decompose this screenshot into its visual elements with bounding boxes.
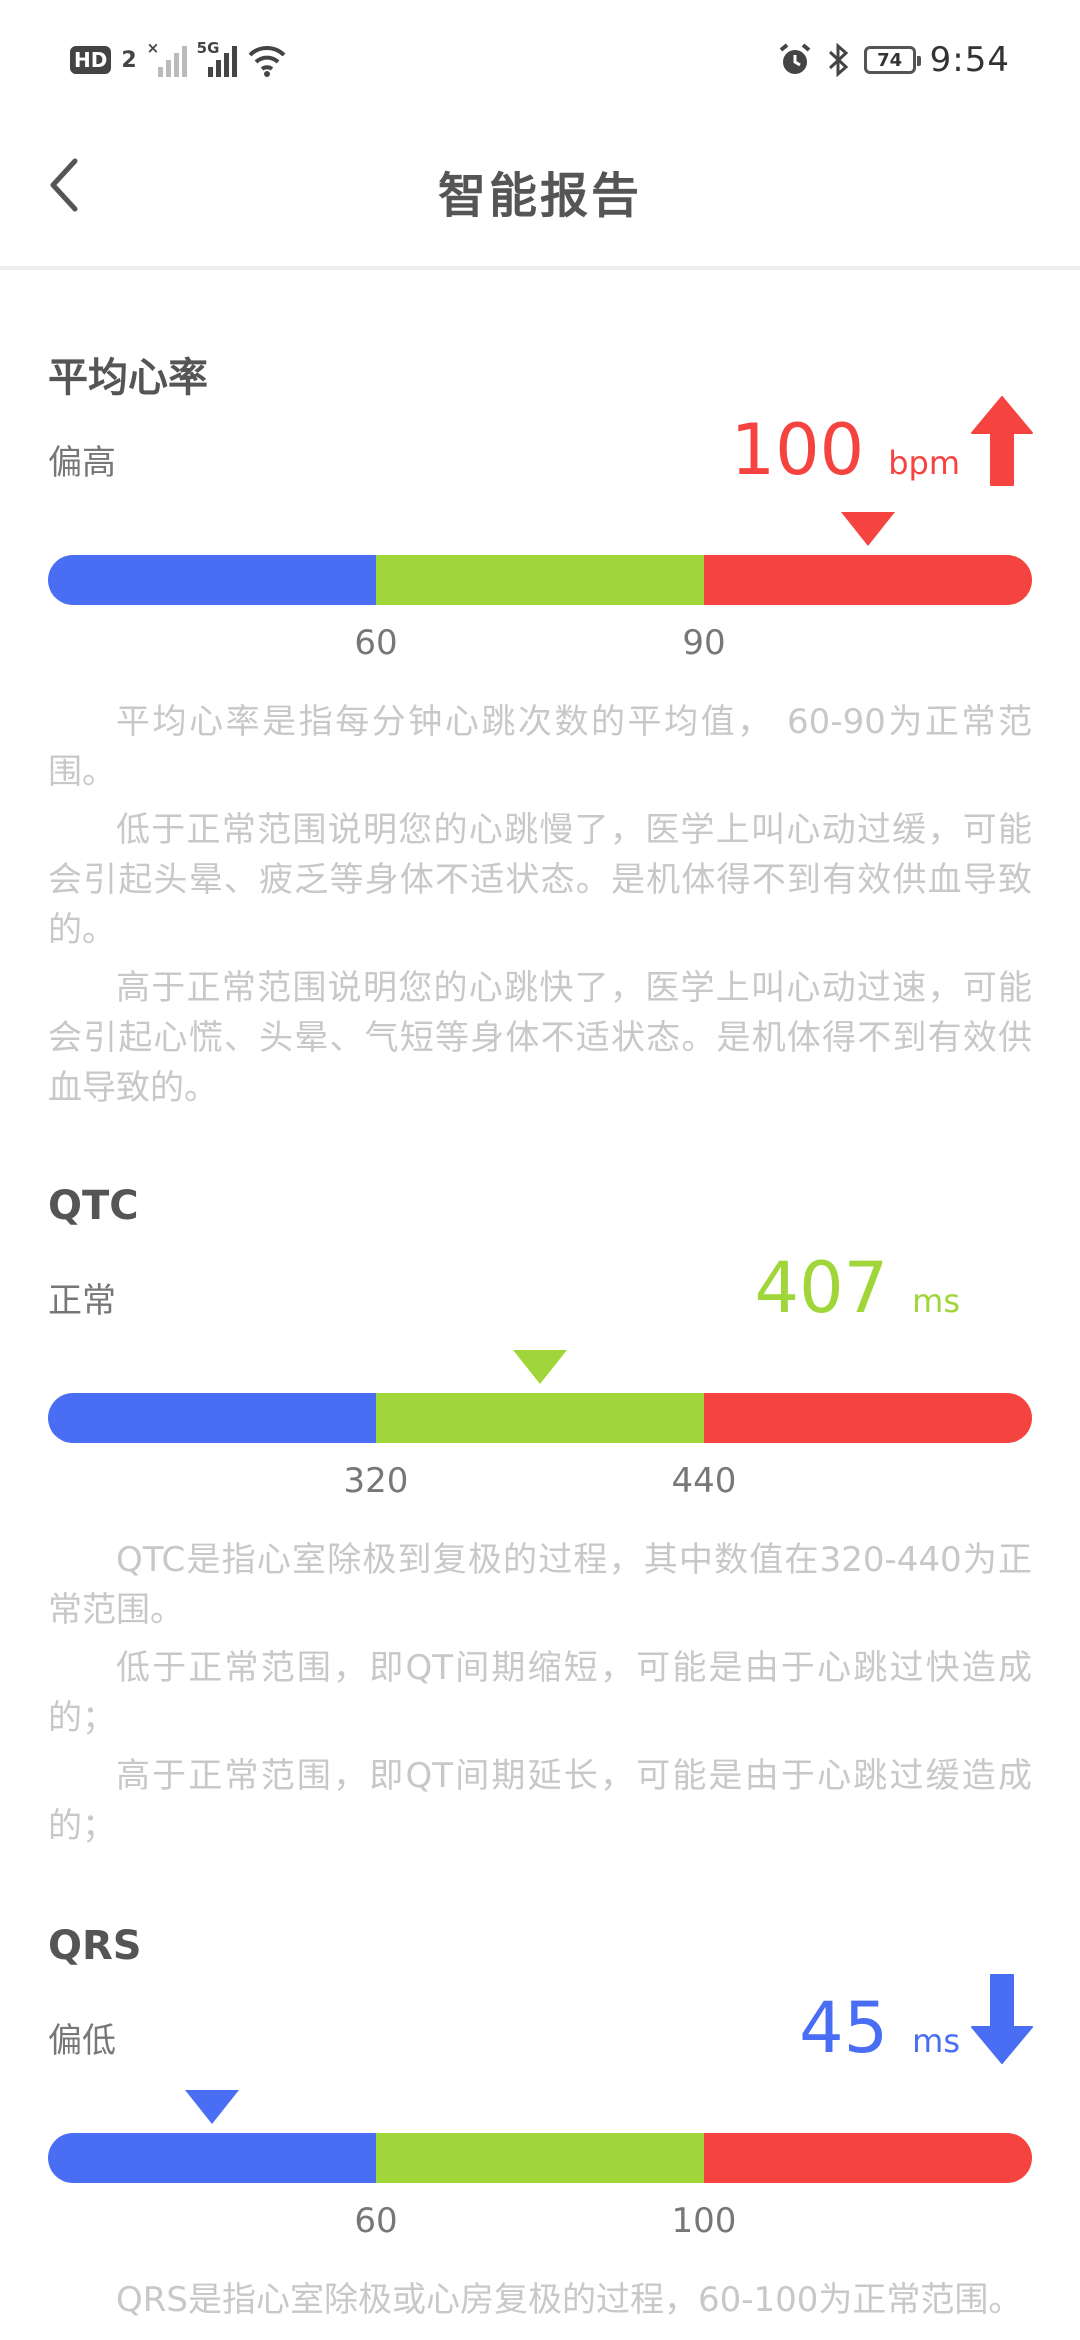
signal-2-icon: 5G: [197, 39, 237, 77]
tick-label-low: 320: [343, 1461, 409, 1501]
nav-bar: 智能报告: [0, 120, 1080, 270]
description-paragraph: QRS是指心室除极或心房复极的过程，60-100为正常范围。: [116, 2280, 1023, 2320]
nav-divider: [0, 266, 1080, 270]
value-number: 100: [730, 409, 865, 491]
value-display: 100 bpm: [731, 415, 960, 485]
status-label: 偏高: [48, 443, 116, 483]
tick-label-high: 100: [671, 2201, 737, 2241]
arrow-up-icon: [971, 396, 1033, 486]
wifi-icon: [248, 45, 286, 77]
tick-label-low: 60: [354, 623, 398, 663]
hd-badge: HD: [70, 46, 112, 74]
status-label: 正常: [48, 1281, 116, 1321]
status-left: HD 2 × 5G: [70, 39, 287, 80]
range-normal-segment: [375, 2133, 704, 2183]
description-paragraph: 平均心率是指每分钟心跳次数的平均值， 60-90为正常范围。: [48, 702, 1032, 792]
battery-level: 74: [877, 49, 903, 71]
page-title: 智能报告: [437, 168, 642, 224]
status-label: 偏低: [48, 2021, 116, 2061]
description-paragraph: QTC是指心室除极到复极的过程，其中数值在320-440为正常范围。: [48, 1540, 1032, 1630]
range-bar: [48, 1393, 1032, 1443]
range-high-segment: [703, 555, 1032, 605]
tick-label-low: 60: [354, 2201, 398, 2241]
value-unit: ms: [912, 2022, 960, 2060]
value-display: 45 ms: [799, 1993, 960, 2063]
value-marker: [513, 1350, 567, 1384]
value-display: 407 ms: [755, 1253, 960, 1323]
range-low-segment: [48, 1393, 376, 1443]
bluetooth-icon: [828, 43, 848, 77]
description-paragraph: 低于正常范围，即QT间期缩短，可能是由于心跳过快造成的；: [48, 1648, 1032, 1738]
range-low-segment: [48, 555, 376, 605]
range-low-segment: [48, 2133, 376, 2183]
value-marker: [185, 2090, 240, 2124]
range-high-segment: [703, 2133, 1032, 2183]
range-normal-segment: [375, 1393, 704, 1443]
arrow-down-icon: [971, 1974, 1033, 2064]
range-bar: [48, 2133, 1032, 2183]
value-marker: [840, 512, 895, 546]
section-title: 平均心率: [48, 355, 208, 401]
tick-label-high: 440: [671, 1461, 737, 1501]
section-title: QTC: [48, 1183, 139, 1229]
value-number: 45: [799, 1987, 889, 2069]
alarm-icon: [779, 43, 810, 74]
range-bar: [48, 555, 1032, 605]
description-paragraph: 高于正常范围说明您的心跳快了，医学上叫心动过速，可能会引起心慌、头晕、气短等身体…: [48, 968, 1032, 1108]
description-paragraph: 低于正常范围说明您的心跳慢了，医学上叫心动过缓，可能会引起头晕、疲乏等身体不适状…: [48, 810, 1032, 950]
value-number: 407: [754, 1247, 889, 1329]
section-title: QRS: [48, 1923, 142, 1969]
range-normal-segment: [375, 555, 704, 605]
sim-number: 2: [121, 47, 137, 73]
tick-label-high: 90: [682, 623, 726, 663]
description-paragraph: 高于正常范围，即QT间期延长，可能是由于心跳过缓造成的；: [48, 1756, 1032, 1846]
value-unit: bpm: [888, 444, 960, 482]
value-unit: ms: [912, 1282, 960, 1320]
signal-1-icon: ×: [147, 39, 187, 77]
clock: 9:54: [929, 40, 1010, 80]
range-high-segment: [703, 1393, 1032, 1443]
battery-icon: 74: [863, 46, 921, 74]
status-right: 74 9:54: [778, 40, 1010, 80]
status-bar: HD 2 × 5G 74 9:54: [0, 0, 1080, 120]
